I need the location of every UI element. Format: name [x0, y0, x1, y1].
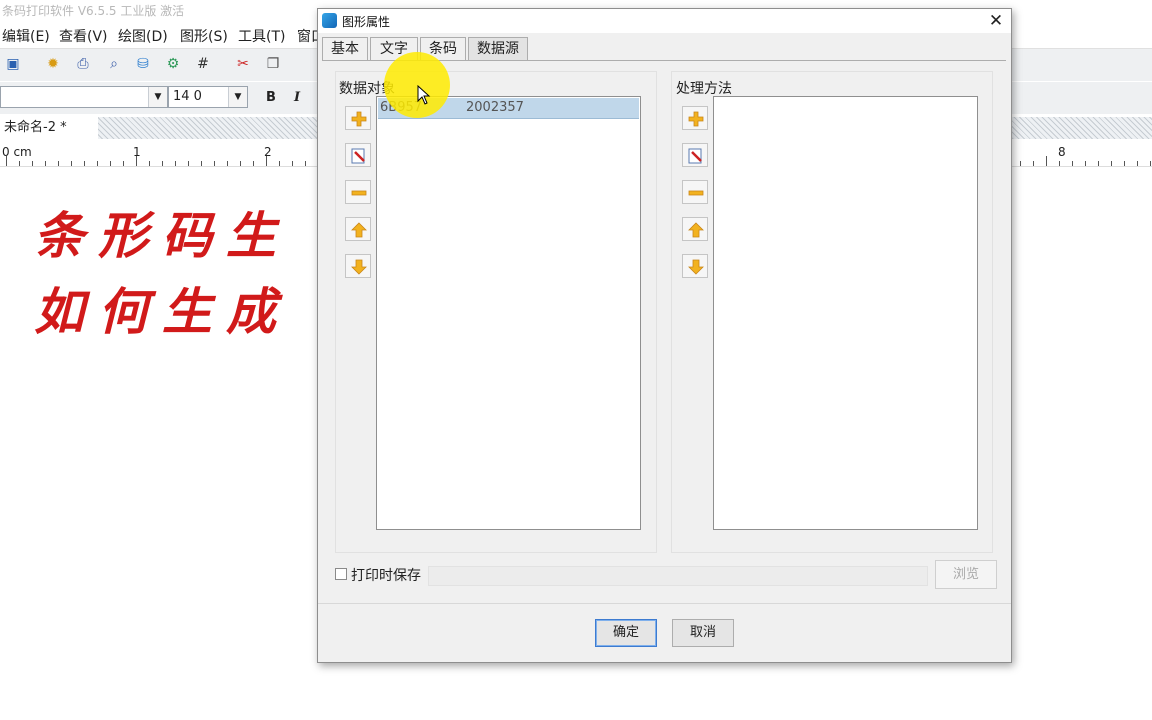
ruler-tick — [1059, 161, 1060, 166]
ruler-tick — [45, 161, 46, 166]
remove-button[interactable] — [345, 180, 371, 204]
settings-icon[interactable]: ✹ — [44, 55, 62, 73]
add-icon — [351, 111, 367, 127]
canvas-text-line-2[interactable]: 如何生成 — [34, 272, 290, 344]
processing-method-list[interactable] — [713, 96, 978, 530]
ruler-tick — [305, 161, 306, 166]
ruler-tick — [1072, 161, 1073, 166]
menu-view[interactable]: 查看(V) — [59, 26, 108, 46]
print-save-checkbox[interactable] — [335, 568, 347, 580]
processing-method-label: 处理方法 — [676, 78, 736, 98]
app-title: 条码打印软件 V6.5.5 工业版 激活 — [2, 4, 185, 18]
button-separator — [318, 603, 1011, 604]
ruler-tick — [97, 161, 98, 166]
data-settings-icon[interactable]: ⚙ — [164, 55, 182, 73]
ruler-tick — [32, 161, 33, 166]
save-icon[interactable]: ▣ — [4, 55, 22, 73]
app-logo-icon — [322, 13, 337, 28]
menu-shape[interactable]: 图形(S) — [180, 26, 228, 46]
ruler-tick — [1046, 156, 1047, 166]
ruler-tick — [292, 161, 293, 166]
edit-icon — [351, 148, 365, 164]
font-name-combo[interactable]: ▼ — [0, 86, 168, 108]
ruler-tick — [253, 161, 254, 166]
minus-icon — [351, 190, 367, 196]
list-item-part: 2002357 — [466, 100, 524, 115]
data-object-list[interactable]: 6B9572002357 — [376, 96, 641, 530]
remove-button[interactable] — [682, 180, 708, 204]
ruler-tick — [58, 161, 59, 166]
browse-button: 浏览 — [935, 560, 997, 589]
ruler-tick — [162, 161, 163, 166]
tab-data-source[interactable]: 数据源 — [468, 37, 528, 61]
ruler-tick — [266, 156, 267, 166]
ruler-tick — [214, 161, 215, 166]
ruler-tick — [1033, 161, 1034, 166]
cancel-button[interactable]: 取消 — [672, 619, 734, 647]
ruler-tick — [227, 161, 228, 166]
ruler-tick — [6, 156, 7, 166]
ruler-tick — [1111, 161, 1112, 166]
italic-button[interactable]: I — [294, 90, 300, 105]
bold-button[interactable]: B — [266, 90, 276, 105]
preview-icon[interactable]: ⌕ — [105, 55, 123, 73]
menu-tools[interactable]: 工具(T) — [238, 26, 285, 46]
ruler-label: 8 — [1058, 145, 1066, 159]
dialog-title: 图形属性 — [342, 15, 391, 29]
ruler-tick — [84, 161, 85, 166]
ruler-tick — [188, 161, 189, 166]
ruler-tick — [1137, 161, 1138, 166]
print-icon[interactable]: ⎙ — [74, 55, 92, 73]
dialog-titlebar[interactable]: 图形属性 ✕ — [318, 9, 1011, 33]
ruler-tick — [1150, 161, 1151, 166]
copy-icon[interactable]: ❐ — [264, 55, 282, 73]
edit-button[interactable] — [682, 143, 708, 167]
canvas-text-line-1[interactable]: 条形码生 — [34, 196, 290, 268]
add-icon — [688, 111, 704, 127]
ruler-tick — [110, 161, 111, 166]
database-icon[interactable]: ⛁ — [134, 55, 152, 73]
ruler-tick — [1085, 161, 1086, 166]
move-down-button[interactable] — [682, 254, 708, 278]
arrow-down-icon — [688, 259, 704, 275]
menu-edit[interactable]: 编辑(E) — [2, 26, 50, 46]
ruler-tick — [240, 161, 241, 166]
edit-button[interactable] — [345, 143, 371, 167]
ruler-tick — [71, 161, 72, 166]
ruler-tick — [19, 161, 20, 166]
move-up-button[interactable] — [345, 217, 371, 241]
ruler-tick — [1098, 161, 1099, 166]
move-down-button[interactable] — [345, 254, 371, 278]
tab-basic[interactable]: 基本 — [322, 37, 368, 60]
chevron-down-icon[interactable]: ▼ — [148, 87, 167, 107]
ruler-tick — [201, 161, 202, 166]
document-tab[interactable]: 未命名-2 * — [0, 117, 98, 139]
ruler-tick — [136, 156, 137, 166]
ruler-tick — [279, 161, 280, 166]
font-size-combo[interactable]: 14 0 ▼ — [168, 86, 248, 108]
save-path-field — [428, 566, 928, 586]
grid-icon[interactable]: # — [194, 55, 212, 73]
ruler-tick — [149, 161, 150, 166]
ruler-tick — [1020, 161, 1021, 166]
ruler-tick — [1124, 161, 1125, 166]
font-size-value: 14 0 — [173, 89, 202, 104]
ok-button[interactable]: 确定 — [595, 619, 657, 647]
add-button[interactable] — [682, 106, 708, 130]
close-icon[interactable]: ✕ — [985, 10, 1007, 32]
ruler-tick — [175, 161, 176, 166]
chevron-down-icon[interactable]: ▼ — [228, 87, 247, 107]
minus-icon — [688, 190, 704, 196]
menu-draw[interactable]: 绘图(D) — [118, 26, 168, 46]
mouse-pointer-icon — [417, 85, 431, 105]
add-button[interactable] — [345, 106, 371, 130]
print-save-label: 打印时保存 — [351, 568, 421, 584]
move-up-button[interactable] — [682, 217, 708, 241]
arrow-up-icon — [351, 222, 367, 238]
arrow-down-icon — [351, 259, 367, 275]
arrow-up-icon — [688, 222, 704, 238]
ruler-tick — [123, 161, 124, 166]
edit-icon — [688, 148, 702, 164]
cut-icon[interactable]: ✂ — [234, 55, 252, 73]
